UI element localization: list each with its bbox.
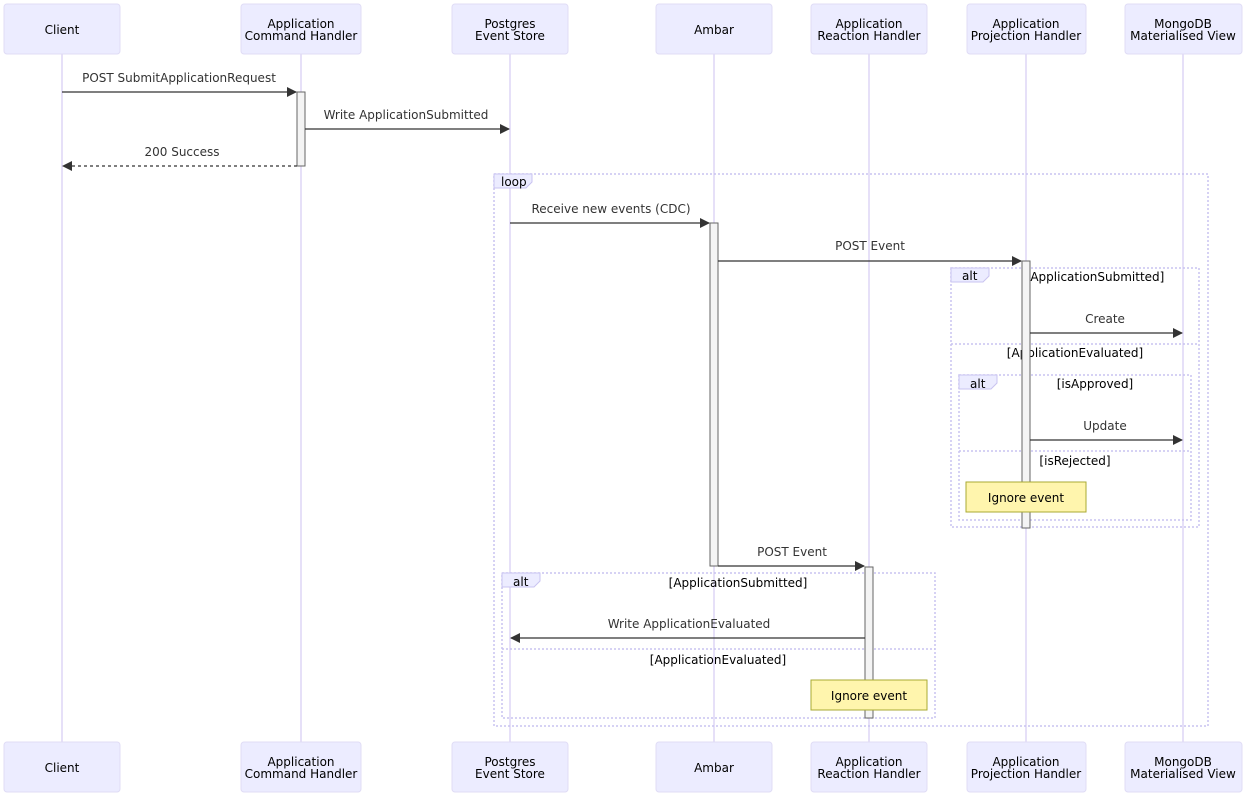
svg-text:Materialised View: Materialised View bbox=[1130, 29, 1236, 43]
alt-label: alt bbox=[970, 377, 986, 391]
message-label: 200 Success bbox=[144, 145, 219, 159]
actor-ambar-bottom: Ambar bbox=[655, 741, 773, 793]
svg-text:Client: Client bbox=[45, 23, 80, 37]
actor-mongo-top: MongoDB Materialised View bbox=[1124, 3, 1243, 55]
svg-text:Projection Handler: Projection Handler bbox=[971, 767, 1081, 781]
message-label: Write ApplicationSubmitted bbox=[324, 108, 489, 122]
condition-label: [isRejected] bbox=[1039, 454, 1110, 468]
message: POST Event bbox=[718, 545, 865, 571]
note: Ignore event bbox=[965, 481, 1087, 513]
message-label: Write ApplicationEvaluated bbox=[608, 617, 771, 631]
lifelines bbox=[61, 54, 1184, 742]
condition-label: [ApplicationEvaluated] bbox=[650, 653, 786, 667]
actor-proj-bottom: Application Projection Handler bbox=[966, 741, 1087, 793]
actor-client-top: Client bbox=[3, 3, 121, 55]
svg-text:Projection Handler: Projection Handler bbox=[971, 29, 1081, 43]
svg-text:Reaction Handler: Reaction Handler bbox=[817, 29, 920, 43]
message: POST SubmitApplicationRequest bbox=[62, 71, 297, 97]
sequence-diagram: loop alt [ApplicationSubmitted] [Applica… bbox=[3, 3, 1243, 793]
actor-cmd-top: Application Command Handler bbox=[240, 3, 362, 55]
message-label: Receive new events (CDC) bbox=[531, 202, 690, 216]
loop-frame: loop bbox=[493, 173, 1209, 727]
actor-pg-bottom: Postgres Event Store bbox=[451, 741, 569, 793]
message-label: Update bbox=[1083, 419, 1126, 433]
actor-pg-top: Postgres Event Store bbox=[451, 3, 569, 55]
message: Write ApplicationEvaluated bbox=[510, 617, 865, 643]
message: Create bbox=[1030, 312, 1183, 338]
note-text: Ignore event bbox=[831, 689, 907, 703]
svg-text:Ambar: Ambar bbox=[694, 23, 734, 37]
activation-ambar bbox=[709, 222, 719, 567]
condition-label: [ApplicationSubmitted] bbox=[669, 576, 808, 590]
message: 200 Success bbox=[62, 145, 297, 171]
activation-cmd bbox=[296, 91, 306, 167]
message-label: POST Event bbox=[835, 239, 905, 253]
message-label: POST Event bbox=[757, 545, 827, 559]
message-label: POST SubmitApplicationRequest bbox=[82, 71, 276, 85]
actor-react-top: Application Reaction Handler bbox=[810, 3, 928, 55]
alt-label: alt bbox=[513, 575, 529, 589]
actor-mongo-bottom: MongoDB Materialised View bbox=[1124, 741, 1243, 793]
actor-cmd-bottom: Application Command Handler bbox=[240, 741, 362, 793]
svg-text:Command Handler: Command Handler bbox=[245, 29, 358, 43]
message: Write ApplicationSubmitted bbox=[305, 108, 510, 134]
actor-ambar-top: Ambar bbox=[655, 3, 773, 55]
svg-text:Reaction Handler: Reaction Handler bbox=[817, 767, 920, 781]
message: Update bbox=[1030, 419, 1183, 445]
actor-client-bottom: Client bbox=[3, 741, 121, 793]
svg-text:Client: Client bbox=[45, 761, 80, 775]
svg-text:Command Handler: Command Handler bbox=[245, 767, 358, 781]
actor-react-bottom: Application Reaction Handler bbox=[810, 741, 928, 793]
loop-label: loop bbox=[501, 175, 527, 189]
svg-text:Event Store: Event Store bbox=[475, 29, 545, 43]
svg-text:Materialised View: Materialised View bbox=[1130, 767, 1236, 781]
note: Ignore event bbox=[810, 679, 928, 711]
svg-text:Event Store: Event Store bbox=[475, 767, 545, 781]
note-text: Ignore event bbox=[988, 491, 1064, 505]
svg-text:Ambar: Ambar bbox=[694, 761, 734, 775]
alt-label: alt bbox=[962, 269, 978, 283]
actor-proj-top: Application Projection Handler bbox=[966, 3, 1087, 55]
message-label: Create bbox=[1085, 312, 1125, 326]
condition-label: [isApproved] bbox=[1057, 377, 1134, 391]
condition-label: [ApplicationSubmitted] bbox=[1026, 270, 1165, 284]
message: Receive new events (CDC) bbox=[510, 202, 710, 228]
